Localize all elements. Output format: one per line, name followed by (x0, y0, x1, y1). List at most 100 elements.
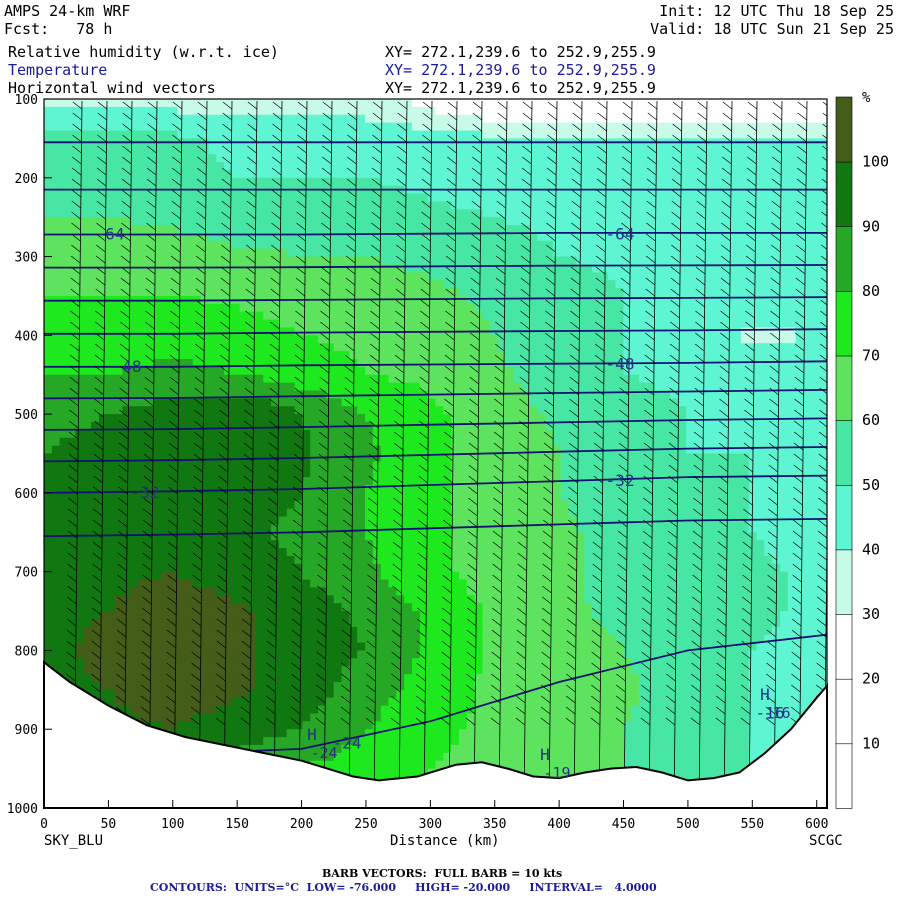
rh-cell (161, 177, 170, 187)
rh-cell (380, 666, 390, 675)
rh-cell (451, 406, 460, 415)
rh-cell (435, 697, 444, 707)
rh-cell (412, 335, 421, 344)
rh-cell (451, 587, 460, 596)
rh-cell (255, 642, 264, 652)
rh-cell (396, 713, 405, 722)
rh-cell (263, 154, 272, 163)
rh-cell (169, 524, 178, 533)
rh-cell (310, 445, 319, 455)
rh-cell (349, 492, 358, 502)
rh-cell (184, 548, 194, 557)
rh-cell (310, 508, 319, 518)
rh-cell (255, 555, 264, 565)
rh-cell (412, 193, 421, 203)
rh-cell (67, 177, 76, 187)
rh-cell (161, 477, 170, 486)
rh-cell (44, 209, 53, 218)
rh-cell (357, 603, 366, 612)
rh-cell (396, 768, 405, 778)
rh-cell (443, 752, 452, 762)
rh-cell (302, 587, 311, 596)
rh-cell (365, 611, 374, 620)
rh-cell (263, 280, 272, 289)
rh-cell (466, 311, 476, 321)
rh-cell (239, 555, 249, 565)
rh-cell (310, 587, 319, 596)
rh-cell (396, 744, 405, 754)
rh-cell (286, 689, 296, 699)
rh-cell (286, 421, 296, 431)
rh-cell (161, 642, 170, 652)
rh-cell (122, 437, 131, 447)
rh-cell (114, 595, 123, 604)
rh-cell (278, 327, 288, 336)
rh-cell (231, 280, 241, 289)
rh-cell (177, 524, 186, 533)
rh-cell (239, 319, 249, 329)
rh-cell (365, 406, 374, 415)
rh-cell (90, 193, 100, 203)
rh-cell (44, 303, 53, 313)
rh-cell (192, 201, 202, 210)
rh-cell (161, 437, 170, 447)
rh-cell (106, 398, 116, 407)
rh-cell (137, 634, 147, 644)
rh-cell (318, 114, 327, 124)
rh-cell (325, 674, 335, 683)
rh-cell (75, 437, 84, 447)
rh-cell (310, 603, 319, 612)
rh-cell (114, 697, 123, 707)
rh-cell (67, 225, 76, 234)
rh-cell (255, 681, 264, 691)
rh-cell (412, 658, 421, 667)
rh-cell (177, 217, 186, 226)
rh-cell (67, 414, 76, 423)
rh-cell (51, 351, 61, 360)
rh-cell (90, 382, 100, 392)
rh-cell (51, 548, 61, 557)
rh-cell (67, 201, 76, 210)
rh-cell (349, 611, 358, 620)
rh-cell (357, 335, 366, 344)
rh-cell (278, 366, 288, 376)
rh-cell (239, 705, 249, 715)
rh-cell (106, 177, 116, 187)
rh-cell (247, 674, 257, 683)
rh-cell (177, 264, 186, 273)
rh-cell (231, 437, 241, 447)
rh-cell (145, 106, 155, 116)
rh-cell (396, 256, 405, 266)
rh-cell (44, 106, 53, 116)
rh-cell (83, 264, 92, 273)
rh-cell (380, 555, 390, 565)
rh-cell (427, 193, 437, 203)
rh-cell (286, 162, 296, 171)
rh-cell (271, 642, 280, 652)
rh-cell (333, 217, 343, 226)
rh-cell (161, 343, 170, 352)
rh-cell (412, 744, 421, 754)
rh-cell (302, 650, 311, 659)
rh-cell (59, 169, 69, 179)
rh-cell (184, 280, 194, 289)
rh-cell (106, 374, 116, 384)
rh-cell (83, 492, 92, 502)
rh-cell (357, 453, 366, 462)
rh-cell (130, 626, 139, 636)
rh-cell (271, 634, 280, 644)
rh-cell (255, 217, 264, 226)
rh-cell (380, 744, 390, 754)
rh-cell (208, 689, 217, 699)
rh-cell (200, 634, 210, 644)
rh-cell (404, 658, 413, 667)
rh-cell (153, 611, 163, 620)
rh-cell (466, 469, 476, 478)
rh-cell (67, 162, 76, 171)
rh-cell (216, 366, 225, 376)
rh-cell (114, 122, 123, 132)
rh-cell (231, 540, 241, 549)
rh-cell (177, 705, 186, 715)
rh-cell (318, 642, 327, 652)
rh-cell (51, 280, 61, 289)
